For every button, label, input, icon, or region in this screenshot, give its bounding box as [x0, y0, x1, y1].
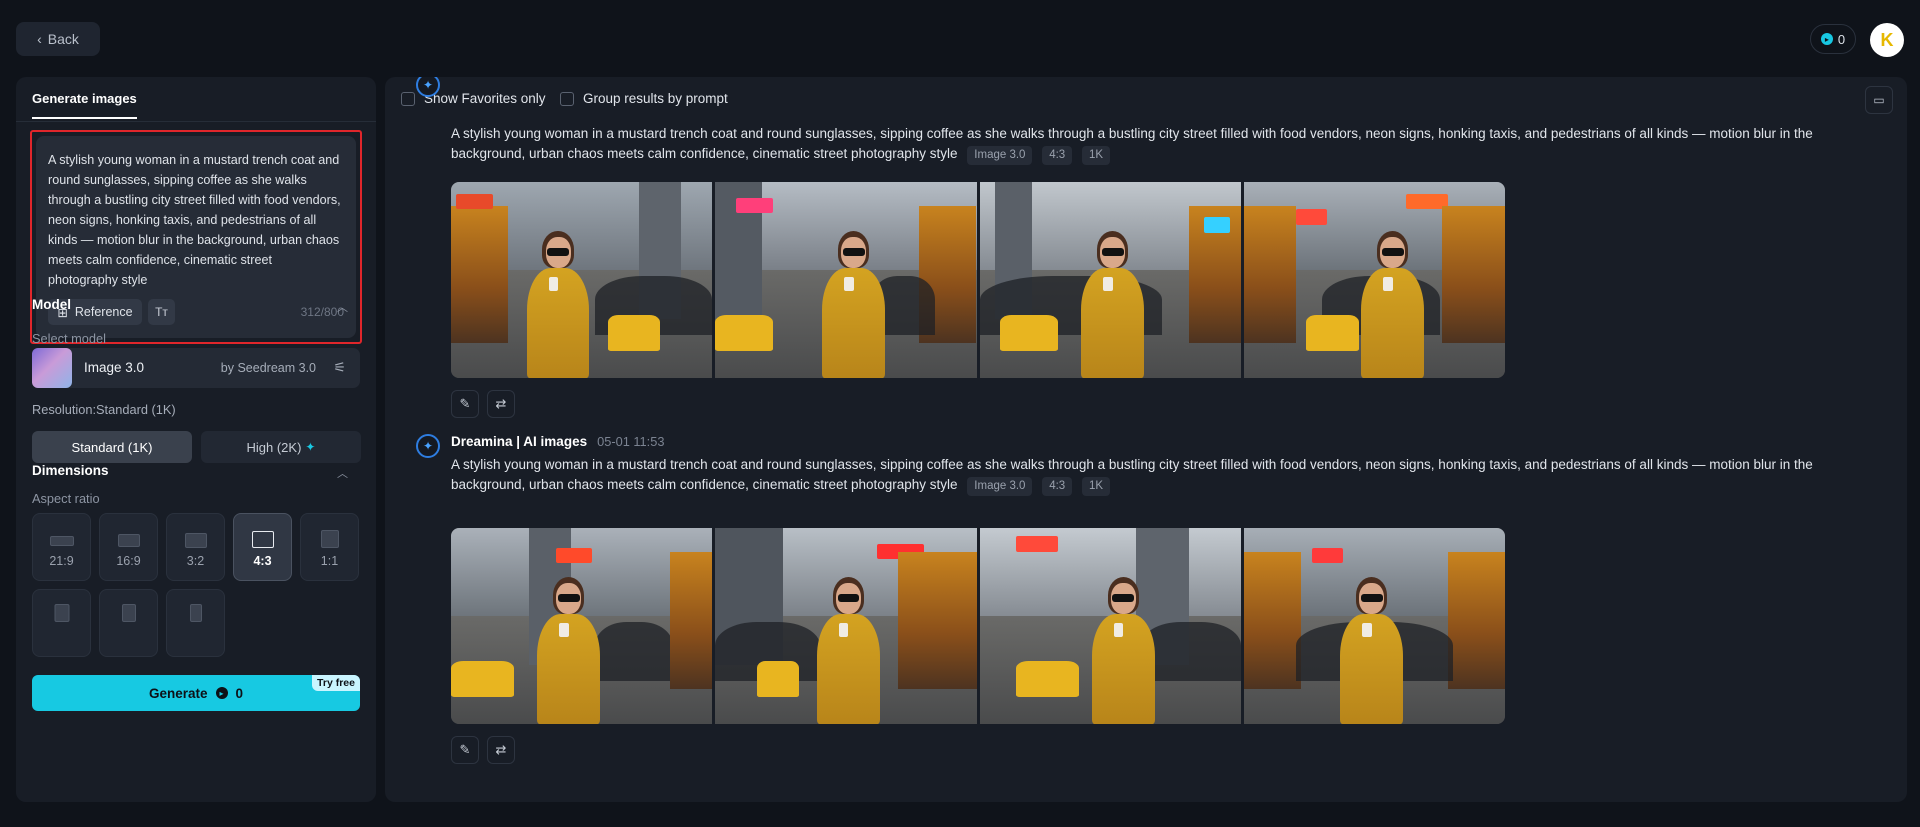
- select-model-label: Select model: [32, 331, 106, 346]
- tag-model: Image 3.0: [967, 146, 1033, 165]
- aspect-tile-more[interactable]: [99, 589, 158, 657]
- aspect-3-2[interactable]: 3:2: [166, 513, 225, 581]
- chevron-left-icon: ‹: [37, 31, 42, 47]
- model-section-title: Model: [32, 297, 71, 312]
- repeat-icon: ⇄: [495, 396, 507, 411]
- resolution-label: Resolution:Standard (1K): [32, 402, 176, 417]
- prompt-text[interactable]: A stylish young woman in a mustard trenc…: [48, 150, 344, 290]
- tag-resolution: 1K: [1081, 477, 1111, 496]
- generate-panel: Generate images A stylish young woman in…: [16, 77, 376, 802]
- pencil-icon: ✎: [459, 396, 471, 411]
- edit-button[interactable]: ✎: [451, 390, 479, 418]
- aspect-21-9[interactable]: 21:9: [32, 513, 91, 581]
- model-name: Image 3.0: [84, 360, 145, 375]
- aspect-tile-more[interactable]: [32, 589, 91, 657]
- tag-model: Image 3.0: [967, 477, 1033, 496]
- aspect-portrait-icon: [189, 604, 202, 622]
- favorites-checkbox[interactable]: [401, 91, 415, 106]
- generation-meta: Dreamina | AI images 05-01 11:53: [451, 434, 664, 449]
- chevron-up-icon[interactable]: ︿: [337, 465, 348, 481]
- aspect-1-1-icon: [320, 530, 339, 548]
- aspect-ratio-label: Aspect ratio: [32, 491, 100, 506]
- back-button[interactable]: ‹ Back: [16, 22, 100, 56]
- prompt-input[interactable]: A stylish young woman in a mustard trenc…: [36, 136, 356, 338]
- panel-tabbar: Generate images: [16, 77, 376, 122]
- aspect-tile-more[interactable]: [166, 589, 225, 657]
- generation-time: 05-01 11:53: [597, 434, 665, 449]
- generation-author: Dreamina | AI images: [451, 434, 588, 449]
- aspect-4-3-icon: [251, 531, 274, 548]
- aspect-21-9-icon: [49, 536, 74, 546]
- credits-badge[interactable]: ▸ 0: [1810, 24, 1856, 54]
- sliders-icon[interactable]: ⚟: [333, 359, 346, 376]
- try-free-badge: Try free: [312, 675, 360, 691]
- aspect-16-9[interactable]: 16:9: [99, 513, 158, 581]
- dimensions-section-title: Dimensions: [32, 463, 109, 478]
- panel-footer: [16, 732, 376, 802]
- regenerate-button[interactable]: ⇄: [487, 390, 515, 418]
- back-label: Back: [47, 31, 79, 47]
- repeat-icon: ⇄: [495, 742, 507, 757]
- generated-image[interactable]: [451, 528, 713, 724]
- model-thumbnail: [32, 348, 72, 388]
- generated-image[interactable]: [979, 182, 1241, 378]
- aspect-portrait-icon: [54, 604, 69, 622]
- prompt-highlight: A stylish young woman in a mustard trenc…: [30, 130, 362, 344]
- text-style-button[interactable]: Tт: [148, 299, 175, 325]
- credits-count: 0: [1837, 31, 1846, 47]
- tag-ratio: 4:3: [1042, 146, 1073, 165]
- generated-image[interactable]: [451, 182, 713, 378]
- tab-generate-images[interactable]: Generate images: [32, 91, 137, 119]
- aspect-3-2-icon: [184, 533, 207, 548]
- aspect-4-3[interactable]: 4:3: [233, 513, 292, 581]
- regenerate-button[interactable]: ⇄: [487, 736, 515, 764]
- group-by-prompt-filter[interactable]: Group results by prompt: [560, 91, 728, 106]
- generation-actions: ✎ ⇄: [451, 736, 515, 764]
- generated-image[interactable]: [715, 182, 977, 378]
- image-strip: [451, 182, 1505, 378]
- model-selector[interactable]: Image 3.0 by Seedream 3.0 ⚟: [32, 348, 360, 388]
- tag-resolution: 1K: [1081, 146, 1111, 165]
- generated-image[interactable]: [979, 528, 1241, 724]
- resolution-high-button[interactable]: High (2K) ✦: [201, 431, 361, 463]
- generation-prompt[interactable]: A stylish young woman in a mustard trenc…: [451, 124, 1871, 165]
- credit-coin-icon: ▸: [1820, 33, 1833, 45]
- group-checkbox[interactable]: [560, 91, 574, 106]
- aspect-16-9-icon: [117, 534, 140, 547]
- dreamina-avatar-icon: ✦: [416, 434, 440, 458]
- model-provider: by Seedream 3.0: [220, 361, 316, 375]
- tag-ratio: 4:3: [1042, 477, 1073, 496]
- generation-actions: ✎ ⇄: [451, 390, 515, 418]
- generated-image[interactable]: [1243, 528, 1505, 724]
- chevron-up-icon[interactable]: ︿: [337, 299, 348, 315]
- text-format-icon: Tт: [155, 305, 168, 319]
- generated-image[interactable]: [1243, 182, 1505, 378]
- sparkle-icon: ✦: [305, 440, 316, 454]
- resolution-standard-button[interactable]: Standard (1K): [32, 431, 192, 463]
- folder-button[interactable]: ▭: [1865, 86, 1893, 114]
- credit-coin-icon: ▸: [215, 687, 228, 699]
- aspect-1-1[interactable]: 1:1: [300, 513, 359, 581]
- results-panel: Show Favorites only Group results by pro…: [385, 77, 1907, 802]
- pencil-icon: ✎: [459, 742, 471, 757]
- generate-button[interactable]: Generate ▸ 0 Try free: [32, 675, 360, 711]
- user-avatar[interactable]: K: [1870, 23, 1904, 57]
- folder-icon: ▭: [1873, 93, 1885, 107]
- generated-image[interactable]: [715, 528, 977, 724]
- aspect-portrait-icon: [121, 604, 136, 622]
- edit-button[interactable]: ✎: [451, 736, 479, 764]
- image-strip: [451, 528, 1505, 724]
- generation-prompt[interactable]: A stylish young woman in a mustard trenc…: [451, 455, 1871, 496]
